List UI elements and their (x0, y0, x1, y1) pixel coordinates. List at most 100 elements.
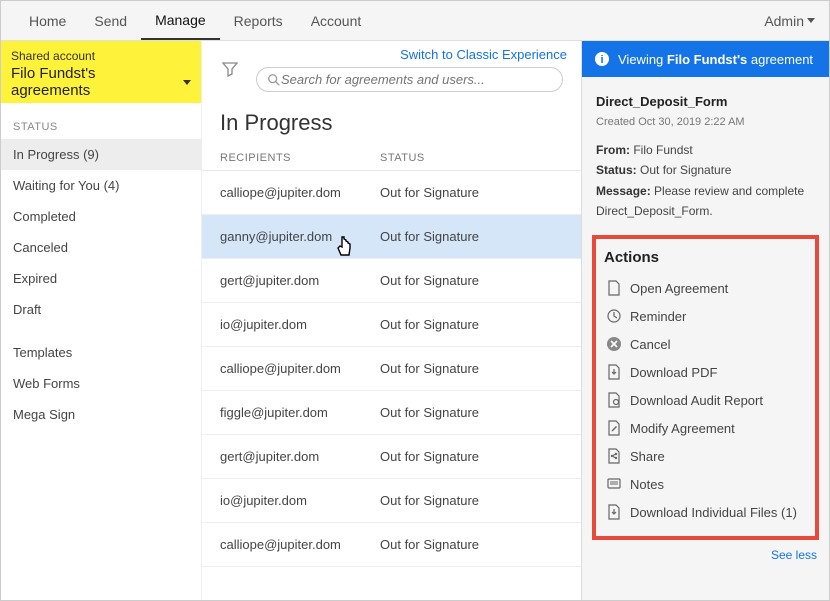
top-nav: Home Send Manage Reports Account Admin (1, 1, 829, 41)
action-label: Share (630, 449, 665, 464)
table-row[interactable]: gert@jupiter.dom Out for Signature (202, 435, 581, 479)
cell-status: Out for Signature (380, 361, 563, 376)
action-share[interactable]: Share (604, 442, 807, 470)
cell-recipient: gert@jupiter.dom (220, 449, 380, 464)
filter-completed[interactable]: Completed (1, 201, 201, 232)
cell-status: Out for Signature (380, 273, 563, 288)
cell-recipient: io@jupiter.dom (220, 493, 380, 508)
sidebar-megasign[interactable]: Mega Sign (1, 399, 201, 430)
search-icon (267, 73, 281, 87)
shared-account-name: Filo Fundst's agreements (11, 65, 177, 99)
action-cancel[interactable]: Cancel (604, 330, 807, 358)
cell-recipient: figgle@jupiter.dom (220, 405, 380, 420)
detail-banner: i Viewing Filo Fundst's agreement (582, 41, 829, 77)
admin-label: Admin (764, 13, 804, 29)
filter-canceled[interactable]: Canceled (1, 232, 201, 263)
action-label: Download PDF (630, 365, 717, 380)
banner-suffix: agreement (747, 52, 813, 67)
sidebar-templates[interactable]: Templates (1, 337, 201, 368)
status-heading: STATUS (1, 103, 201, 139)
action-download-pdf[interactable]: Download PDF (604, 358, 807, 386)
cell-recipient: gert@jupiter.dom (220, 273, 380, 288)
cell-recipient: calliope@jupiter.dom (220, 361, 380, 376)
cell-status: Out for Signature (380, 537, 563, 552)
clock-icon (606, 308, 622, 324)
table-row[interactable]: calliope@jupiter.dom Out for Signature (202, 171, 581, 215)
audit-icon (606, 392, 622, 408)
cell-status: Out for Signature (380, 229, 563, 244)
col-status: STATUS (380, 152, 563, 164)
table-row[interactable]: figgle@jupiter.dom Out for Signature (202, 391, 581, 435)
download-icon (606, 364, 622, 380)
action-label: Open Agreement (630, 281, 728, 296)
action-label: Reminder (630, 309, 686, 324)
nav-reports[interactable]: Reports (220, 3, 297, 39)
chevron-down-icon (807, 18, 815, 23)
cell-recipient: calliope@jupiter.dom (220, 537, 380, 552)
cell-status: Out for Signature (380, 493, 563, 508)
info-icon: i (594, 51, 610, 67)
search-input[interactable] (281, 72, 552, 87)
nav-manage[interactable]: Manage (141, 2, 220, 40)
table-header: RECIPIENTS STATUS (202, 146, 581, 171)
detail-meta: Direct_Deposit_Form Created Oct 30, 2019… (582, 77, 829, 231)
main-panel: Switch to Classic Experience In Progress… (201, 41, 581, 600)
cell-status: Out for Signature (380, 317, 563, 332)
see-less-link[interactable]: See less (582, 546, 829, 566)
cancel-icon (606, 336, 622, 352)
search-box[interactable] (256, 67, 563, 92)
agreement-title: Direct_Deposit_Form (596, 91, 815, 113)
banner-name: Filo Fundst's (667, 52, 747, 67)
cell-status: Out for Signature (380, 185, 563, 200)
nav-home[interactable]: Home (15, 3, 80, 39)
action-label: Notes (630, 477, 664, 492)
table-row[interactable]: io@jupiter.dom Out for Signature (202, 303, 581, 347)
action-label: Download Audit Report (630, 393, 763, 408)
action-reminder[interactable]: Reminder (604, 302, 807, 330)
action-modify[interactable]: Modify Agreement (604, 414, 807, 442)
col-recipients: RECIPIENTS (220, 152, 380, 164)
from-value: Filo Fundst (633, 143, 692, 157)
table-row[interactable]: gert@jupiter.dom Out for Signature (202, 259, 581, 303)
share-icon (606, 448, 622, 464)
actions-heading: Actions (604, 249, 807, 266)
classic-link[interactable]: Switch to Classic Experience (400, 47, 567, 62)
nav-send[interactable]: Send (80, 3, 141, 39)
admin-menu[interactable]: Admin (764, 13, 815, 29)
filter-expired[interactable]: Expired (1, 263, 201, 294)
table-row[interactable]: io@jupiter.dom Out for Signature (202, 479, 581, 523)
cell-recipient: io@jupiter.dom (220, 317, 380, 332)
action-label: Download Individual Files (1) (630, 505, 797, 520)
notes-icon (606, 476, 622, 492)
svg-text:i: i (600, 54, 603, 66)
actions-box: Actions Open Agreement Reminder Cancel D… (592, 235, 819, 540)
action-open-agreement[interactable]: Open Agreement (604, 274, 807, 302)
banner-prefix: Viewing (618, 52, 667, 67)
shared-account-selector[interactable]: Shared account Filo Fundst's agreements (1, 41, 201, 103)
from-label: From: (596, 143, 630, 157)
nav-account[interactable]: Account (297, 3, 376, 39)
table-row[interactable]: ganny@jupiter.dom Out for Signature (202, 215, 581, 259)
status-value: Out for Signature (640, 163, 731, 177)
action-download-audit[interactable]: Download Audit Report (604, 386, 807, 414)
sidebar-webforms[interactable]: Web Forms (1, 368, 201, 399)
action-label: Cancel (630, 337, 670, 352)
table-row[interactable]: calliope@jupiter.dom Out for Signature (202, 523, 581, 567)
page-title: In Progress (202, 92, 581, 146)
filter-waiting[interactable]: Waiting for You (4) (1, 170, 201, 201)
table-row[interactable]: calliope@jupiter.dom Out for Signature (202, 347, 581, 391)
action-download-individual[interactable]: Download Individual Files (1) (604, 498, 807, 526)
cell-recipient: calliope@jupiter.dom (220, 185, 380, 200)
message-label: Message: (596, 184, 651, 198)
document-icon (606, 280, 622, 296)
action-notes[interactable]: Notes (604, 470, 807, 498)
filter-draft[interactable]: Draft (1, 294, 201, 325)
agreement-created: Created Oct 30, 2019 2:22 AM (596, 113, 815, 132)
filter-in-progress[interactable]: In Progress (9) (1, 139, 201, 170)
files-icon (606, 504, 622, 520)
sidebar: Shared account Filo Fundst's agreements … (1, 41, 201, 600)
filter-icon[interactable] (222, 61, 238, 80)
cell-status: Out for Signature (380, 449, 563, 464)
detail-panel: i Viewing Filo Fundst's agreement Direct… (581, 41, 829, 600)
status-label: Status: (596, 163, 637, 177)
